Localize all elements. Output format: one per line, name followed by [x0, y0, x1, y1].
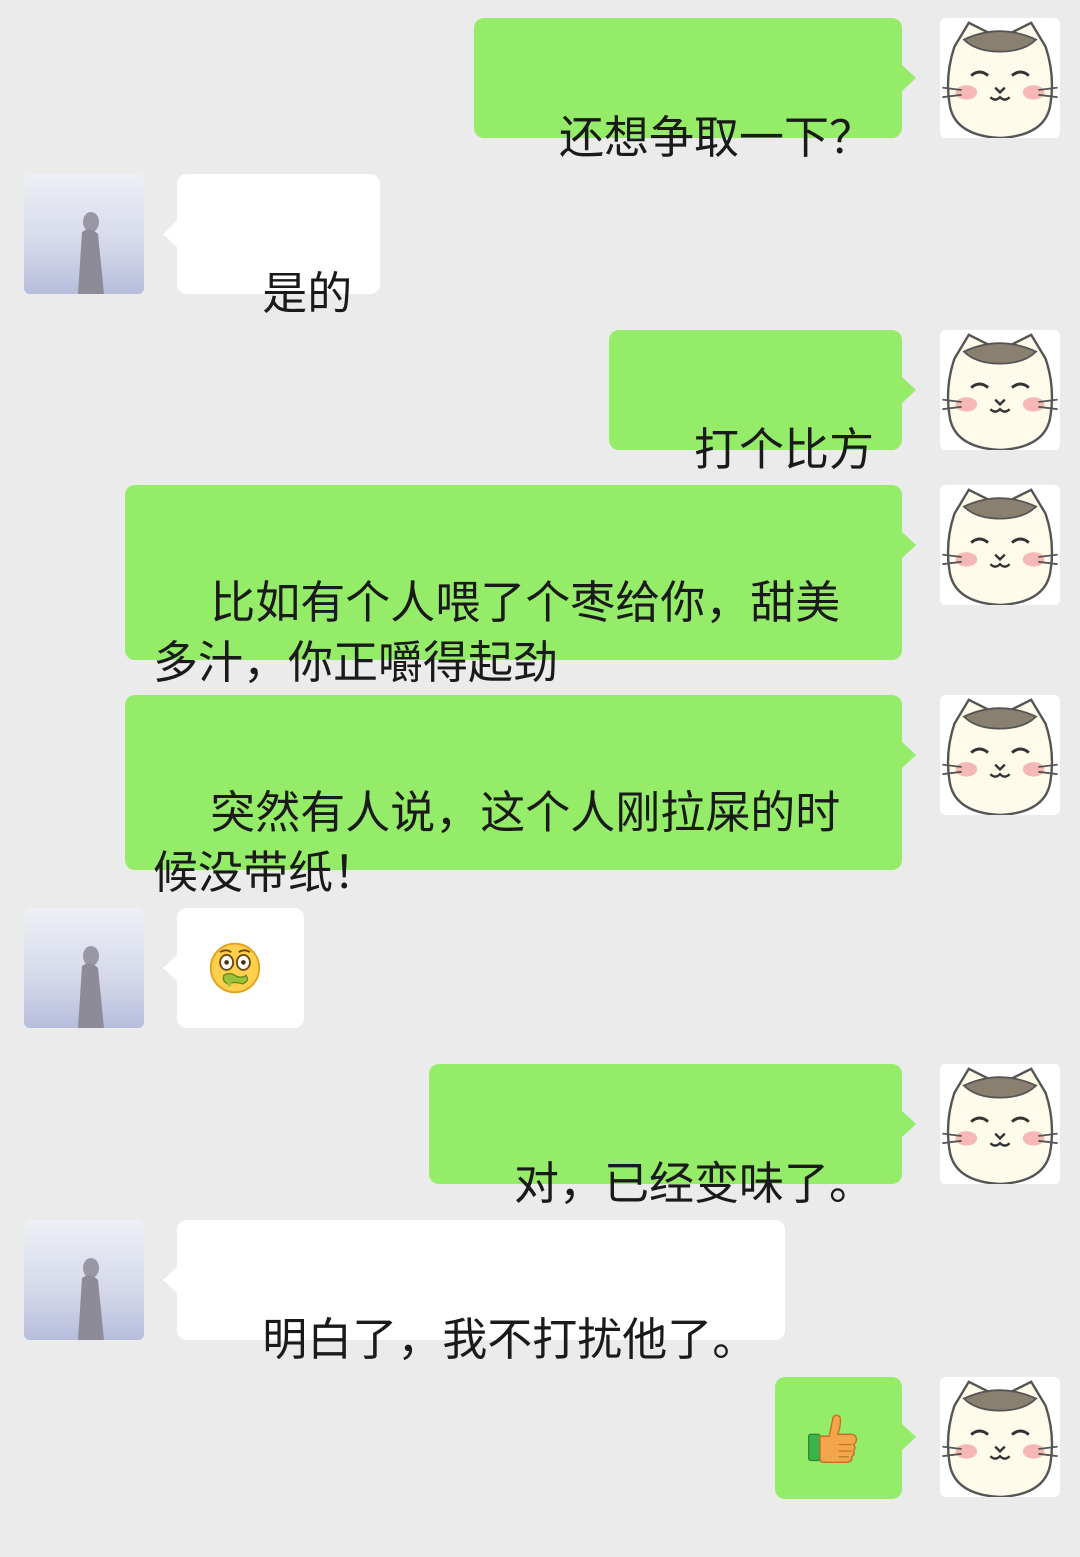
silhouette-avatar-icon	[24, 174, 144, 294]
outgoing-message-bubble[interactable]: 打个比方	[608, 330, 917, 476]
contact-avatar[interactable]	[24, 174, 144, 294]
contact-avatar[interactable]	[24, 1220, 144, 1340]
my-avatar[interactable]	[940, 485, 1060, 605]
outgoing-message-bubble[interactable]: 对，已经变味了。	[428, 1064, 917, 1210]
message-text: 打个比方	[693, 423, 874, 476]
cat-avatar-icon	[940, 695, 1060, 815]
my-avatar[interactable]	[940, 1064, 1060, 1184]
message-text: 明白了，我不打扰他了。	[262, 1313, 758, 1366]
thumbs-up-icon	[805, 1410, 861, 1466]
my-avatar[interactable]	[940, 330, 1060, 450]
my-avatar[interactable]	[940, 18, 1060, 138]
incoming-message-bubble[interactable]: 明白了，我不打扰他了。	[162, 1220, 786, 1366]
chat-window: 还想争取一下？ 是的 打个比方 比如有个人喂了个枣给你，甜美多汁，你正嚼得起劲 …	[0, 0, 1080, 1501]
message-text: 还想争取一下？	[558, 111, 874, 164]
cat-avatar-icon	[940, 485, 1060, 605]
contact-avatar[interactable]	[24, 908, 144, 1028]
outgoing-message-bubble[interactable]: 突然有人说，这个人刚拉屎的时候没带纸！	[125, 695, 916, 899]
outgoing-message-bubble[interactable]: 比如有个人喂了个枣给你，甜美多汁，你正嚼得起劲	[125, 485, 916, 689]
message-text: 是的	[262, 267, 353, 320]
incoming-emoji-bubble[interactable]	[163, 908, 304, 1028]
outgoing-emoji-bubble[interactable]	[775, 1377, 916, 1499]
cat-avatar-icon	[940, 18, 1060, 138]
cat-avatar-icon	[940, 330, 1060, 450]
my-avatar[interactable]	[940, 1377, 1060, 1497]
silhouette-avatar-icon	[24, 908, 144, 1028]
silhouette-avatar-icon	[24, 1220, 144, 1340]
message-text: 比如有个人喂了个枣给你，甜美多汁，你正嚼得起劲	[153, 576, 841, 689]
my-avatar[interactable]	[940, 695, 1060, 815]
outgoing-message-bubble[interactable]: 还想争取一下？	[473, 18, 917, 164]
message-text: 突然有人说，这个人刚拉屎的时候没带纸！	[153, 786, 841, 899]
message-text: 对，已经变味了。	[513, 1157, 874, 1210]
incoming-message-bubble[interactable]: 是的	[162, 174, 381, 320]
nauseated-face-icon	[207, 940, 263, 996]
cat-avatar-icon	[940, 1064, 1060, 1184]
cat-avatar-icon	[940, 1377, 1060, 1497]
